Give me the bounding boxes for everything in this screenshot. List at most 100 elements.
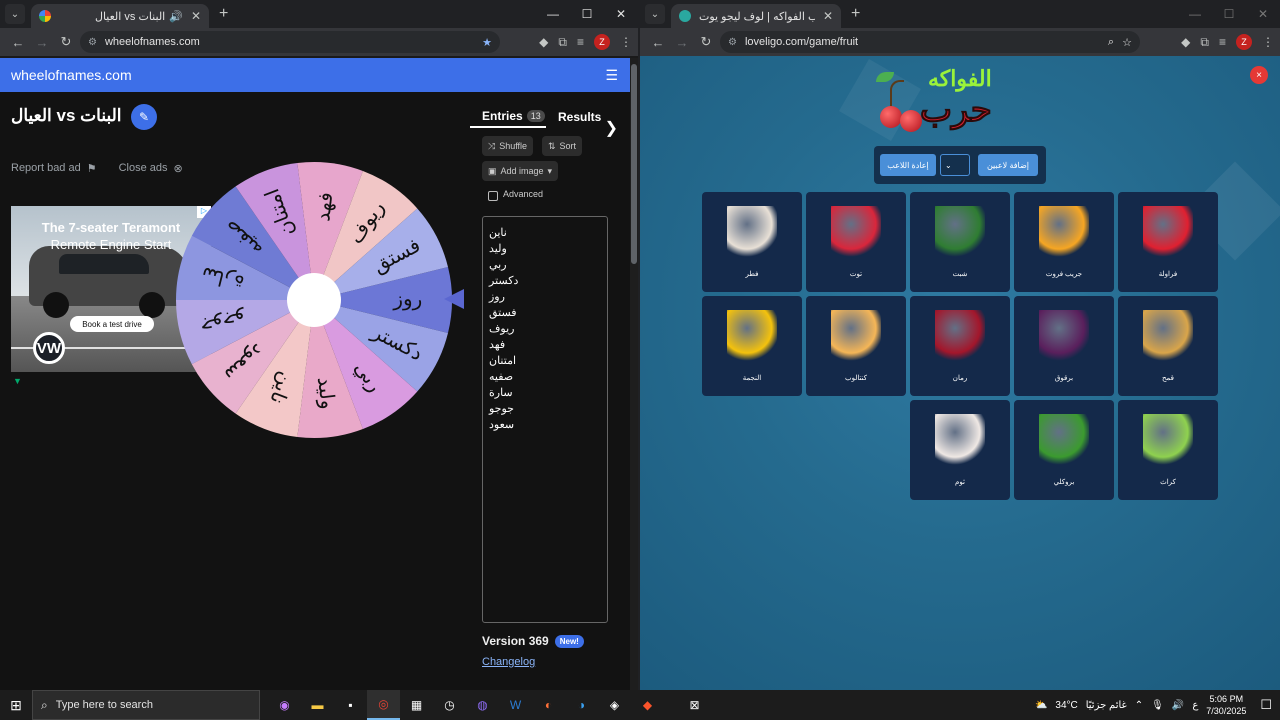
chevron-right-icon[interactable]: ❯ [605,118,618,138]
steam-icon[interactable]: ◈ [598,690,631,720]
fruit-card[interactable]: جريب فروت [1014,192,1114,292]
profile-avatar[interactable]: Z [594,34,610,50]
tab-list-icon[interactable]: ⌄ [645,4,665,24]
extensions-icon[interactable]: ⧉ [1200,35,1209,50]
maximize-icon[interactable]: ☐ [570,0,604,28]
site-info-icon[interactable]: ⚙ [728,37,737,48]
store-icon[interactable]: ▦ [400,690,433,720]
page-scrollbar[interactable] [630,58,638,690]
app-icon[interactable]: ▪ [334,690,367,720]
fruit-card[interactable]: ثوم [910,400,1010,500]
reload-icon[interactable]: ↻ [54,34,78,50]
brave-icon[interactable]: ◆ [631,690,664,720]
weather-text[interactable]: غائم جزئيًا [1086,700,1127,711]
extension-diamond-icon[interactable]: ◆ [1181,35,1190,49]
close-window-icon[interactable]: ✕ [1246,0,1280,28]
fruit-card[interactable]: برقوق [1014,296,1114,396]
bookmark-star-icon[interactable]: ☆ [1122,36,1132,49]
ad-cta-button[interactable]: Book a test drive [70,316,154,332]
back-icon[interactable]: ← [646,35,670,50]
edit-title-pencil-icon[interactable]: ✎ [131,104,157,130]
omnibox[interactable]: ⚙ wheelofnames.com ★ [80,31,500,53]
profile-avatar[interactable]: Z [1236,34,1252,50]
wheel-center-hub[interactable] [287,273,341,327]
fruit-card[interactable]: فطر [702,192,802,292]
extension-diamond-icon[interactable]: ◆ [539,35,548,49]
file-explorer-icon[interactable]: ▬ [301,690,334,720]
changelog-link[interactable]: Changelog [482,656,535,668]
forward-icon[interactable]: → [30,35,54,50]
advanced-checkbox[interactable] [488,191,498,201]
sort-button[interactable]: ⇅ Sort [542,136,583,156]
shuffle-button[interactable]: ⤨ Shuffle [482,136,534,156]
shuffle-label: Shuffle [499,141,528,151]
volume-icon[interactable]: 🔊 [1172,700,1184,711]
forward-icon[interactable]: → [670,35,694,50]
notifications-icon[interactable]: ☐ [1260,697,1272,713]
browser-menu-icon[interactable]: ⋮ [620,35,632,49]
bookmark-star-icon[interactable]: ★ [482,36,492,49]
fruit-card[interactable]: فراولة [1118,192,1218,292]
media-icon[interactable]: ≡ [577,35,584,49]
new-tab-icon[interactable]: + [851,5,860,23]
site-info-icon[interactable]: ⚙ [88,37,97,48]
windows-start-icon[interactable]: ⊞ [0,690,32,720]
maximize-icon[interactable]: ☐ [1212,0,1246,28]
microphone-icon[interactable]: 🎙 [1151,700,1164,711]
edge-icon[interactable]: ◑ [565,690,598,720]
taskbar-search[interactable]: ⌕ Type here to search [32,690,260,720]
tab-entries[interactable]: Entries 13 [470,106,546,128]
language-indicator[interactable]: ع [1192,700,1198,711]
messenger-icon[interactable]: ◍ [466,690,499,720]
browser-tab-right[interactable]: لعبة حرب الفواكه | لوف ليجو يوت ✕ [671,4,841,28]
weather-temp[interactable]: 34°C [1055,700,1077,711]
brand-link[interactable]: wheelofnames.com [11,67,132,83]
entries-textarea[interactable]: ناين وليد ربي دكستر روز فستق ريوف فهد امتنان صفيه… [482,216,608,623]
clock-app-icon[interactable]: ◷ [433,690,466,720]
tab-close-icon[interactable]: ✕ [191,9,201,23]
report-bad-ad-link[interactable]: Report bad ad [11,162,81,175]
fruit-card[interactable]: بروكلي [1014,400,1114,500]
extensions-icon[interactable]: ⧉ [558,35,567,50]
add-image-button[interactable]: ▣ Add image ▾ [482,161,559,181]
word-icon[interactable]: W [499,690,532,720]
clock[interactable]: 5:06 PM 7/30/2025 [1206,693,1246,717]
sort-label: Sort [559,141,577,151]
minimize-icon[interactable]: — [1178,0,1212,28]
reload-icon[interactable]: ↻ [694,34,718,50]
fruit-card[interactable]: رمان [910,296,1010,396]
tab-list-icon[interactable]: ⌄ [5,4,25,24]
close-ads-link[interactable]: Close ads [119,162,168,175]
hamburger-menu-icon[interactable]: ☰ [605,67,618,84]
close-window-icon[interactable]: ✕ [604,0,638,28]
omnibox-right[interactable]: ⚙ loveligo.com/game/fruit ⌕ ☆ [720,31,1140,53]
zoom-icon[interactable]: ⌕ [1108,36,1114,49]
add-players-button[interactable]: إضافة لاعبين [978,154,1038,176]
close-game-button[interactable]: × [1250,66,1268,84]
fruit-card[interactable]: النجمة [702,296,802,396]
player-select[interactable]: ⌄ [940,154,970,176]
reset-player-button[interactable]: إعادة اللاعب [880,154,936,176]
name-wheel[interactable]: روزدكسترربيوليدناينسعودجوجوسارةصفيهامتنا… [174,160,454,440]
tab-results[interactable]: Results [546,106,601,128]
tray-up-arrow-icon[interactable]: ⌃ [1135,700,1143,711]
fruit-card[interactable]: قمح [1118,296,1218,396]
flag-icon[interactable]: ⚑ [87,162,97,175]
tab-close-icon[interactable]: ✕ [823,9,833,23]
copilot-icon[interactable]: ◉ [268,690,301,720]
fruit-card[interactable]: شبت [910,192,1010,292]
fruit-card[interactable]: توت [806,192,906,292]
fruit-card[interactable]: كراث [1118,400,1218,500]
new-tab-icon[interactable]: + [219,5,228,23]
firefox-icon[interactable]: ◐ [532,690,565,720]
fruit-card[interactable]: كنتالوب [806,296,906,396]
browser-tab[interactable]: العيال vs البنات 🔊 ✕ [31,4,209,28]
minimize-icon[interactable]: — [536,0,570,28]
weather-icon[interactable]: ⛅ [1035,700,1047,711]
media-icon[interactable]: ≡ [1219,35,1226,49]
browser-menu-icon[interactable]: ⋮ [1262,35,1274,49]
capcut-icon[interactable]: ⊠ [678,690,711,720]
back-icon[interactable]: ← [6,35,30,50]
broccoli-icon [1039,414,1089,466]
chrome-icon[interactable]: ◎ [367,690,400,720]
